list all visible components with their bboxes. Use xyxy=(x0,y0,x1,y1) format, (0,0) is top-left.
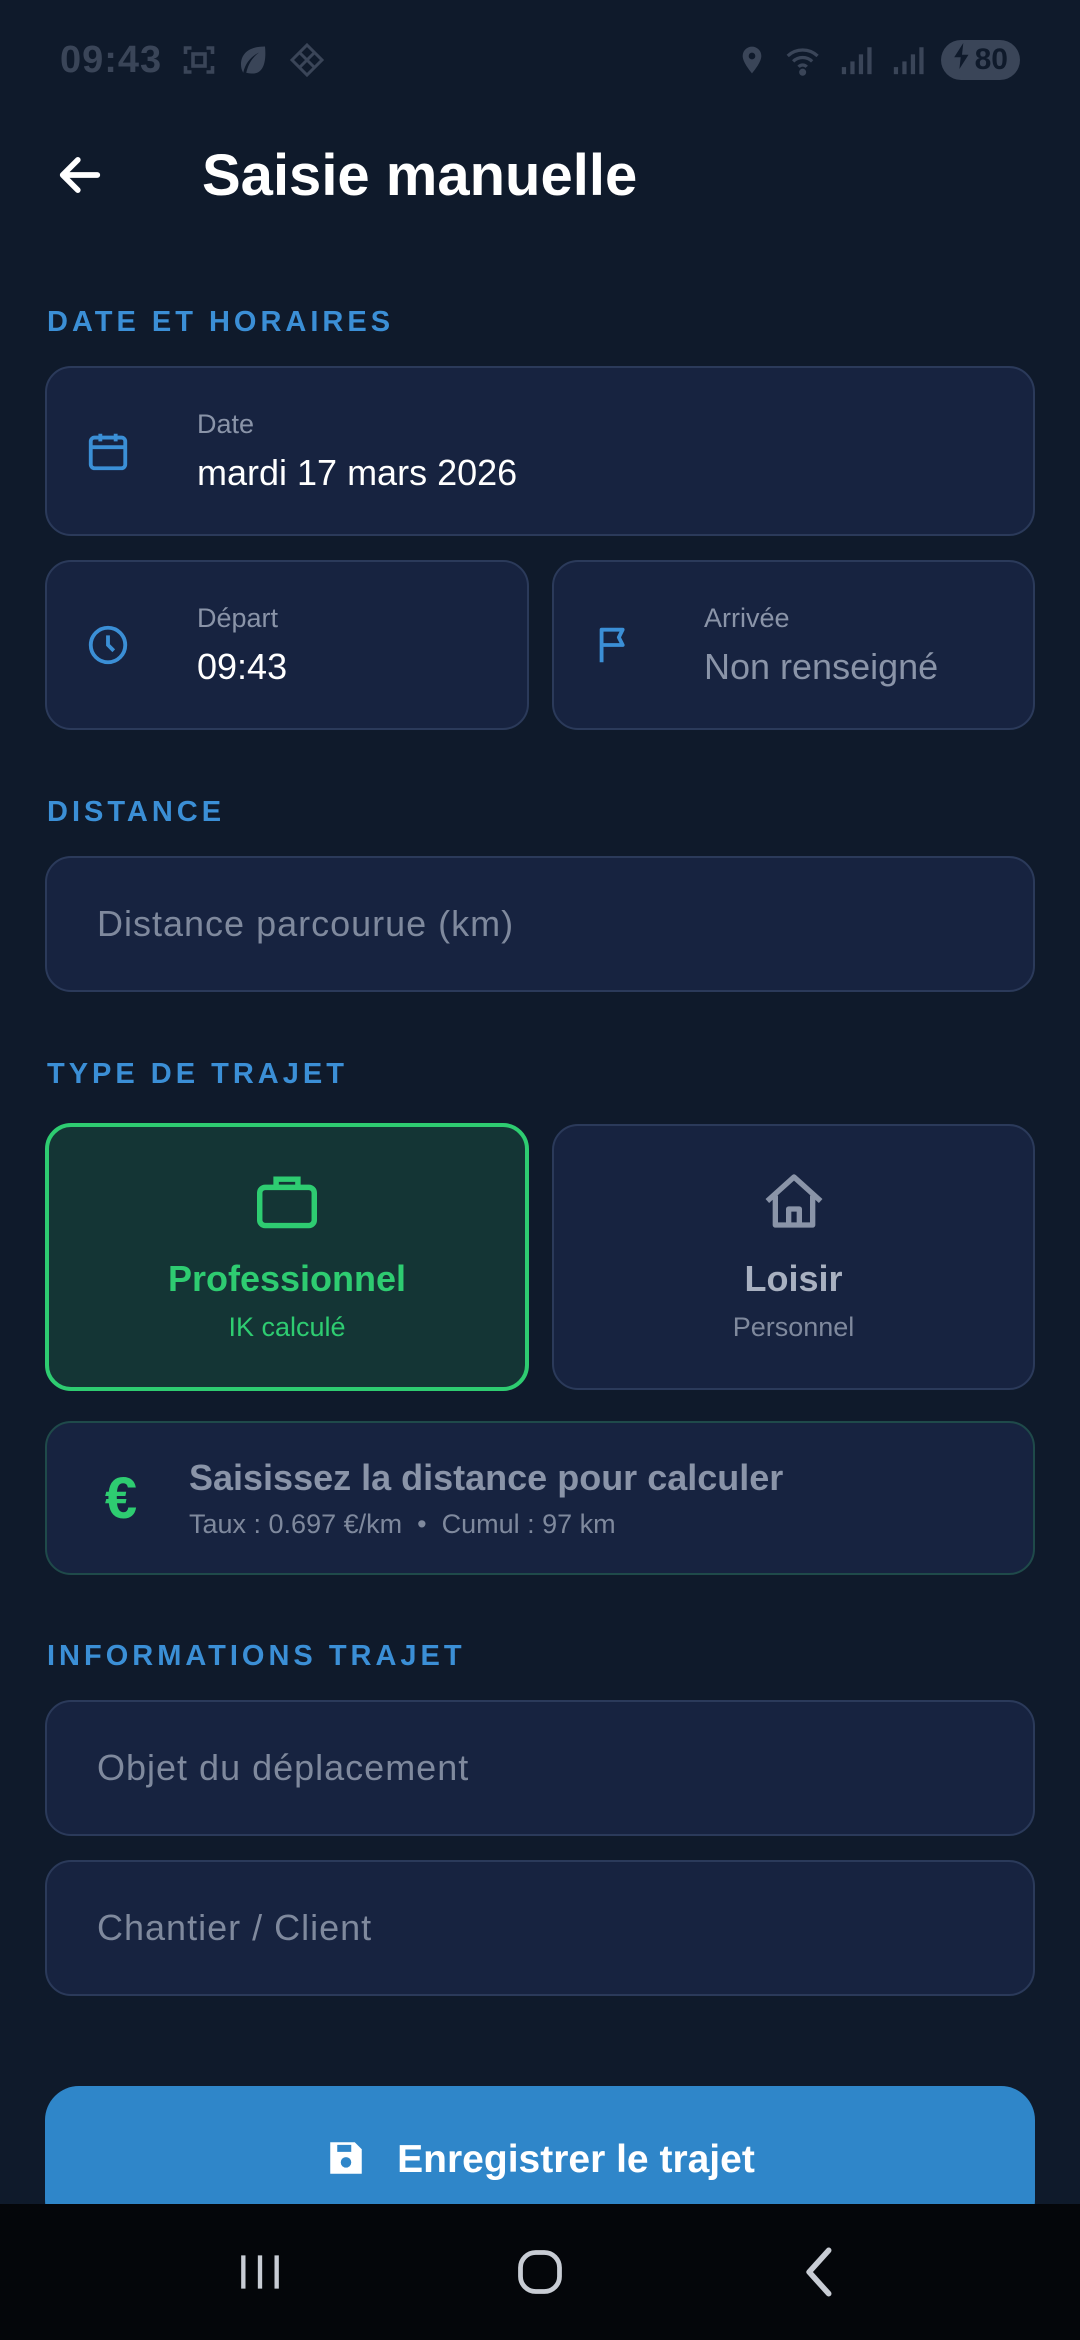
section-label-trip-info: INFORMATIONS TRAJET xyxy=(47,1640,466,1672)
status-bar: 09:43 80 xyxy=(0,0,1080,120)
status-right: 80 xyxy=(733,40,1020,80)
home-button[interactable] xyxy=(500,2232,580,2312)
back-button[interactable] xyxy=(50,145,110,205)
status-time: 09:43 xyxy=(60,38,163,81)
date-value: mardi 17 mars 2026 xyxy=(197,451,518,493)
location-icon xyxy=(733,41,771,79)
system-back-button[interactable] xyxy=(780,2232,860,2312)
home-icon xyxy=(762,1171,826,1236)
status-notification-icons xyxy=(180,41,326,79)
save-button-label: Enregistrer le trajet xyxy=(397,2138,755,2181)
trip-type-leisure-subtitle: Personnel xyxy=(732,1312,855,1342)
departure-value: 09:43 xyxy=(197,645,288,687)
page-title: Saisie manuelle xyxy=(202,142,638,208)
wifi-icon xyxy=(785,41,823,79)
recent-apps-button[interactable] xyxy=(220,2232,300,2312)
ik-title: Saisissez la distance pour calculer xyxy=(189,1456,784,1498)
signal-icon xyxy=(889,41,927,79)
departure-label: Départ xyxy=(197,602,279,633)
home-circle-icon xyxy=(518,2250,562,2294)
date-field[interactable]: Date mardi 17 mars 2026 xyxy=(45,366,1035,536)
status-left: 09:43 xyxy=(60,39,326,82)
arrow-left-icon xyxy=(59,157,101,193)
ik-calculation-card: € Saisissez la distance pour calculer Ta… xyxy=(45,1421,1035,1575)
arrival-time-field[interactable]: Arrivée Non renseigné xyxy=(552,560,1035,730)
signal-icon xyxy=(837,41,875,79)
chevron-left-icon xyxy=(806,2247,832,2297)
client-placeholder: Chantier / Client xyxy=(97,1907,373,1948)
briefcase-icon xyxy=(254,1171,320,1236)
leaf-icon xyxy=(234,41,272,79)
distance-placeholder: Distance parcourue (km) xyxy=(97,903,515,944)
departure-time-field[interactable]: Départ 09:43 xyxy=(45,560,529,730)
client-input[interactable]: Chantier / Client xyxy=(45,1860,1035,1996)
distance-input[interactable]: Distance parcourue (km) xyxy=(45,856,1035,992)
purpose-placeholder: Objet du déplacement xyxy=(97,1747,470,1788)
calendar-icon xyxy=(83,426,133,476)
battery-level: 80 xyxy=(974,43,1008,76)
ik-details: Taux : 0.697 €/km • Cumul : 97 km xyxy=(189,1508,616,1539)
trip-type-professional-title: Professionnel xyxy=(167,1258,407,1299)
date-label: Date xyxy=(197,408,255,439)
diamond-grid-icon xyxy=(288,41,326,79)
system-nav-bar xyxy=(0,2204,1080,2340)
clock-icon xyxy=(83,620,133,670)
flag-icon xyxy=(590,620,640,670)
trip-type-leisure-title: Loisir xyxy=(744,1258,843,1299)
section-label-date-times: DATE ET HORAIRES xyxy=(47,306,395,338)
trip-type-leisure[interactable]: Loisir Personnel xyxy=(552,1124,1035,1390)
save-icon xyxy=(325,2137,367,2184)
app-header: Saisie manuelle xyxy=(0,120,1080,230)
section-label-trip-type: TYPE DE TRAJET xyxy=(47,1058,348,1090)
trip-type-professional[interactable]: Professionnel IK calculé xyxy=(45,1123,529,1391)
charging-icon xyxy=(953,43,971,77)
euro-icon: € xyxy=(104,1465,138,1531)
arrival-value: Non renseigné xyxy=(704,645,939,687)
trip-type-professional-subtitle: IK calculé xyxy=(228,1312,346,1342)
arrival-label: Arrivée xyxy=(704,602,790,633)
screenshot-icon xyxy=(180,41,218,79)
section-label-distance: DISTANCE xyxy=(47,796,226,828)
battery-indicator: 80 xyxy=(940,40,1020,80)
purpose-input[interactable]: Objet du déplacement xyxy=(45,1700,1035,1836)
recent-apps-icon xyxy=(241,2255,279,2289)
